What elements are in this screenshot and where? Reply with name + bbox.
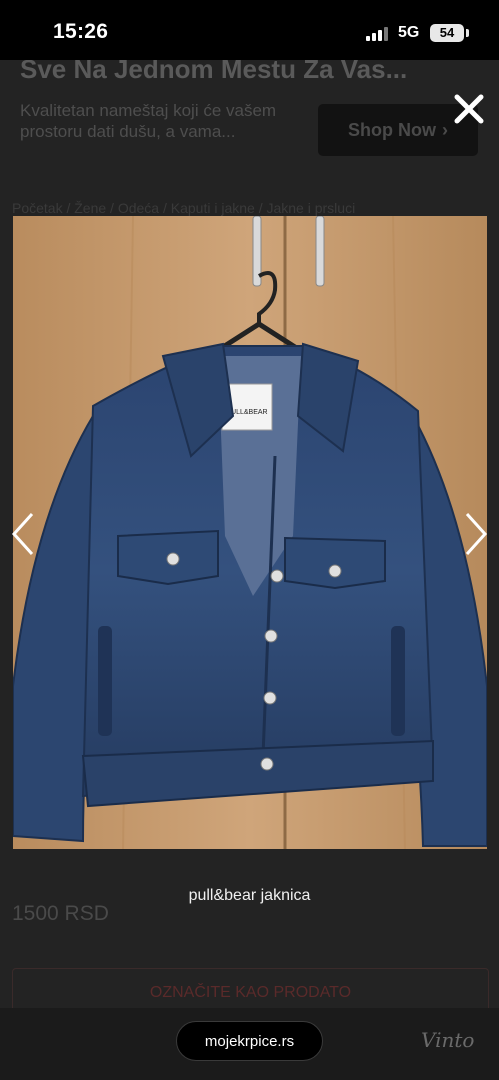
photo-caption: pull&bear jaknica	[188, 887, 311, 904]
status-time: 15:26	[53, 20, 109, 43]
ad-title: Sve Na Jednom Mestu Za Vas...	[20, 60, 408, 84]
ad-description: Kvalitetan nameštaj koji će vašem prosto…	[20, 101, 277, 141]
cellular-signal-icon	[366, 27, 388, 41]
battery-tip	[466, 29, 469, 37]
browser-bottom-bar: mojekrpice.rs Vinto	[0, 1008, 499, 1080]
chevron-left-icon[interactable]	[8, 510, 38, 558]
item-price: 1500 RSD	[12, 902, 109, 925]
breadcrumb: Početak / Žene / Odeća / Kaputi i jakne …	[12, 200, 356, 216]
chevron-right-icon: ›	[442, 119, 448, 140]
status-bar: 15:26 5G 54	[0, 0, 499, 60]
network-type: 5G	[398, 24, 420, 41]
product-photo: PULL&BEAR	[13, 216, 487, 849]
chevron-right-icon[interactable]	[461, 510, 491, 558]
battery-icon: 54	[430, 24, 464, 42]
jacket-photo-illustration: PULL&BEAR	[13, 216, 487, 849]
close-icon[interactable]	[452, 92, 486, 126]
mark-as-sold-button: OZNAČITE KAO PRODATO	[12, 968, 489, 1008]
brand-logo: Vinto	[421, 1028, 475, 1052]
address-bar[interactable]: mojekrpice.rs	[176, 1021, 323, 1061]
shop-now-label: Shop Now	[348, 119, 436, 140]
